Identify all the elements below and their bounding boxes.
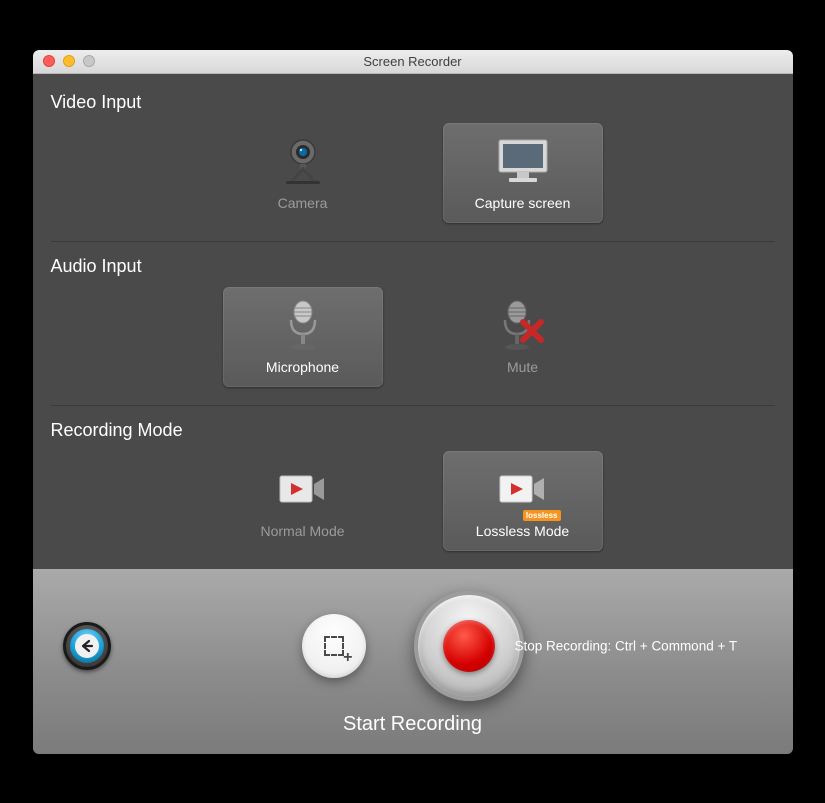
crop-icon — [321, 633, 347, 659]
main-panel: Video Input Camera — [33, 74, 793, 569]
start-recording-button[interactable] — [414, 591, 524, 701]
start-recording-label: Start Recording — [51, 713, 775, 736]
close-icon[interactable] — [43, 55, 55, 67]
footer: Stop Recording: Ctrl + Commond + T Start… — [33, 569, 793, 754]
traffic-lights — [33, 55, 95, 67]
lossless-mode-option[interactable]: lossless Lossless Mode — [443, 451, 603, 551]
crop-region-button[interactable] — [302, 614, 366, 678]
camera-option[interactable]: Camera — [223, 123, 383, 223]
video-input-heading: Video Input — [51, 78, 775, 123]
camera-label: Camera — [223, 195, 383, 211]
normal-mode-label: Normal Mode — [223, 523, 383, 539]
audio-input-options: Microphone Mute — [51, 287, 775, 405]
microphone-label: Microphone — [223, 359, 383, 375]
footer-controls: Stop Recording: Ctrl + Commond + T — [51, 591, 775, 701]
back-button[interactable] — [63, 622, 111, 670]
camera-icon — [223, 133, 383, 191]
capture-screen-label: Capture screen — [443, 195, 603, 211]
capture-screen-option[interactable]: Capture screen — [443, 123, 603, 223]
record-icon — [443, 620, 495, 672]
normal-mode-option[interactable]: Normal Mode — [223, 451, 383, 551]
maximize-icon — [83, 55, 95, 67]
lossless-mode-label: Lossless Mode — [443, 523, 603, 539]
audio-input-heading: Audio Input — [51, 242, 775, 287]
window-title: Screen Recorder — [33, 54, 793, 69]
microphone-option[interactable]: Microphone — [223, 287, 383, 387]
video-play-icon — [223, 461, 383, 519]
titlebar: Screen Recorder — [33, 50, 793, 74]
minimize-icon[interactable] — [63, 55, 75, 67]
stop-recording-hint: Stop Recording: Ctrl + Commond + T — [515, 638, 775, 653]
mute-label: Mute — [443, 359, 603, 375]
arrow-left-icon — [80, 639, 94, 653]
mute-option[interactable]: Mute — [443, 287, 603, 387]
microphone-icon — [223, 297, 383, 355]
lossless-badge: lossless — [523, 510, 561, 521]
mute-icon — [443, 297, 603, 355]
app-window: Screen Recorder Video Input Came — [33, 50, 793, 754]
video-input-options: Camera Capture screen — [51, 123, 775, 241]
monitor-icon — [443, 133, 603, 191]
recording-mode-options: Normal Mode lossless Lossless Mode — [51, 451, 775, 569]
recording-mode-heading: Recording Mode — [51, 406, 775, 451]
